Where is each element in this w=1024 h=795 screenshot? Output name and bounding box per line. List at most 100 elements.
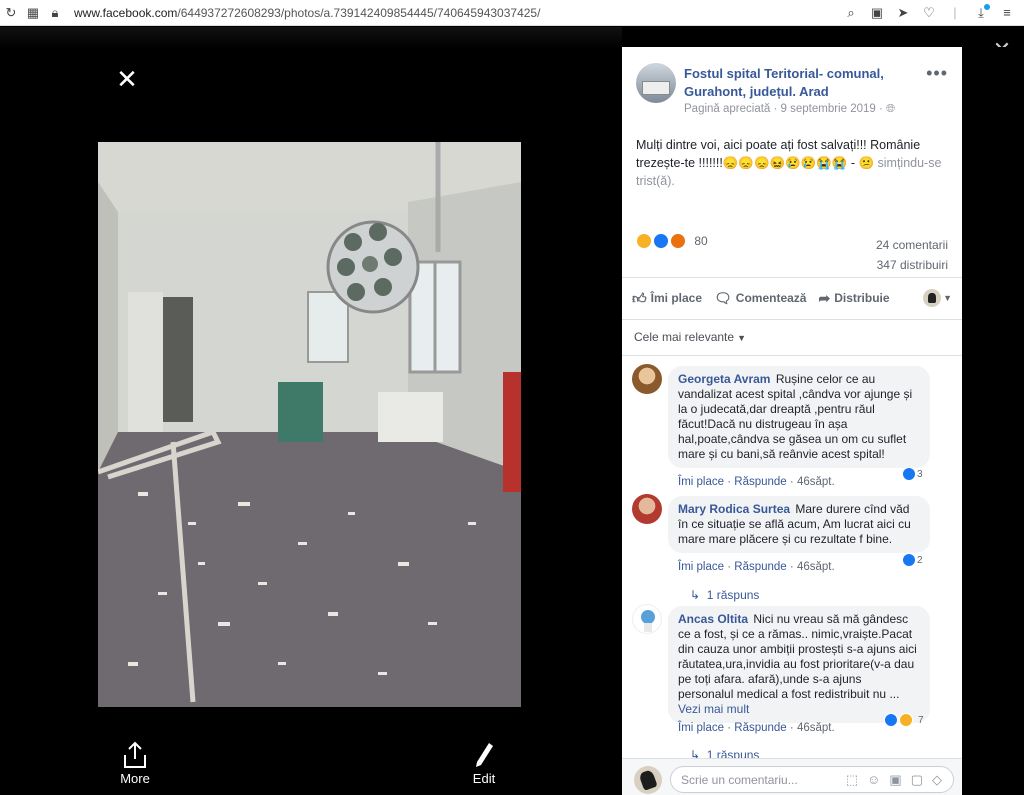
reload-icon[interactable]: ↻	[0, 2, 22, 24]
emoji-icon[interactable]: ☺	[867, 772, 880, 788]
photo-viewer: ✕ More Edit	[0, 27, 622, 795]
sad-reaction-icon	[636, 233, 652, 249]
edit-button[interactable]: Edit	[454, 739, 514, 786]
post-meta: Pagină apreciată · 9 septembrie 2019 · 🌐…	[684, 103, 895, 116]
share-icon: ➦	[818, 289, 831, 306]
comment-like-link[interactable]: Îmi place	[678, 722, 724, 734]
comment-reply-link[interactable]: Răspunde	[734, 561, 786, 573]
avatar	[634, 766, 662, 794]
comment-author[interactable]: Ancas Oltita	[678, 612, 748, 626]
comment-age: 46săpt.	[796, 476, 835, 488]
replies-count: 1 răspuns	[706, 588, 760, 602]
avatar	[923, 289, 942, 307]
menu-icon[interactable]: ≡	[996, 2, 1018, 24]
more-button[interactable]: More	[105, 739, 165, 786]
tabs-grid-icon[interactable]: ▦	[22, 2, 44, 24]
comment-author[interactable]: Georgeta Avram	[678, 372, 770, 386]
avatar[interactable]	[632, 604, 662, 634]
viewer-top-strip	[0, 27, 622, 49]
like-reaction-icon	[653, 233, 669, 249]
comment-actions: Îmi place · Răspunde · 46săpt.	[678, 722, 835, 734]
comment-reply-link[interactable]: Răspunde	[734, 476, 786, 488]
comment-bubble: Ancas Oltita Nici nu vreau să mă gândesc…	[668, 606, 930, 723]
avatar[interactable]	[632, 364, 662, 394]
share-button[interactable]: ➦ Distribuie	[818, 290, 889, 307]
chevron-down-icon: ▼	[943, 293, 952, 303]
view-replies-link[interactable]: ↳ 1 răspuns	[690, 588, 759, 602]
comment-reaction-count: 7	[918, 714, 924, 726]
page-avatar[interactable]	[636, 63, 676, 103]
like-reaction-icon	[902, 467, 916, 481]
hospital-room-photo	[98, 142, 521, 707]
comment-age: 46săpt.	[796, 722, 835, 734]
reply-arrow-icon: ↳	[690, 588, 701, 602]
comment-reaction-count: 2	[917, 554, 923, 566]
comment-reactions[interactable]: 3	[902, 466, 923, 482]
camera-icon[interactable]: ▣	[866, 2, 888, 24]
post-header: Fostul spital Teritorial- comunal, Gurah…	[622, 47, 962, 119]
like-reaction-icon	[902, 553, 916, 567]
composer-tools: ⬚ ☺ ▣ ▢ ◇	[846, 772, 942, 788]
comment-author[interactable]: Mary Rodica Surtea	[678, 502, 790, 516]
comment-age: 46săpt.	[796, 561, 835, 573]
search-icon[interactable]: ⌕	[840, 2, 862, 24]
post-stats: 24 comentarii 347 distribuiri	[876, 235, 948, 275]
thumbs-up-icon: 👍︎	[632, 289, 647, 306]
angry-reaction-icon	[670, 233, 686, 249]
send-icon[interactable]: ➤	[892, 2, 914, 24]
divider	[622, 319, 962, 320]
lock-icon: 🔒︎	[51, 4, 59, 20]
comments-count[interactable]: 24 comentarii	[876, 235, 948, 255]
sticker-icon[interactable]: ⬚	[846, 772, 858, 788]
more-label: More	[120, 771, 150, 786]
post-body: Mulți dintre voi, aici poate ați fost sa…	[636, 136, 946, 190]
like-reaction-icon	[884, 713, 898, 727]
post-as-selector[interactable]: ▼	[923, 289, 952, 307]
share-label: Distribuie	[834, 291, 890, 305]
comment-reply-link[interactable]: Răspunde	[734, 722, 786, 734]
page-background-strip	[962, 47, 1024, 795]
post-meta-text: Pagină apreciată · 9 septembrie 2019 ·	[684, 103, 887, 115]
like-button[interactable]: 👍︎ Îmi place	[632, 290, 702, 307]
share-upload-icon	[105, 739, 165, 771]
gif-icon[interactable]: ▢	[911, 772, 923, 788]
avatar[interactable]	[632, 494, 662, 524]
close-icon[interactable]: ✕	[112, 64, 142, 94]
address-bar[interactable]: www.facebook.com/644937272608293/photos/…	[74, 6, 540, 20]
camera-icon[interactable]: ▣	[889, 772, 901, 788]
comment-reaction-count: 3	[917, 468, 923, 480]
separator: |	[953, 5, 957, 20]
comments-list: Georgeta Avram Rușine celor ce au vandal…	[622, 356, 962, 762]
browser-actions: ⌕ ▣ ➤ ♡ | ⤓ ≡	[840, 2, 1024, 24]
url-path: /644937272608293/photos/a.73914240985444…	[177, 5, 541, 20]
heart-icon[interactable]: ♡	[918, 2, 940, 24]
comment-reactions[interactable]: 7	[884, 712, 924, 728]
post-actions: 👍︎ Îmi place 🗨︎ Comentează ➦ Distribuie ▼	[632, 285, 952, 311]
comment-actions: Îmi place · Răspunde · 46săpt.	[678, 476, 835, 488]
sticker-pack-icon[interactable]: ◇	[932, 772, 942, 788]
comment-like-link[interactable]: Îmi place	[678, 561, 724, 573]
sort-label: Cele mai relevante	[634, 330, 735, 344]
options-icon[interactable]: •••	[926, 63, 948, 84]
url-host: www.facebook.com	[74, 5, 178, 20]
comment-bubble: Mary Rodica Surtea Mare durere cînd văd …	[668, 496, 930, 553]
pencil-icon	[454, 739, 514, 771]
comment-like-link[interactable]: Îmi place	[678, 476, 724, 488]
comment-reactions[interactable]: 2	[902, 552, 923, 568]
comment-actions: Îmi place · Răspunde · 46săpt.	[678, 561, 835, 573]
edit-label: Edit	[472, 771, 496, 786]
reaction-count: 80	[694, 234, 708, 248]
globe-icon: 🌐︎	[886, 103, 896, 115]
download-icon[interactable]: ⤓	[970, 2, 992, 24]
comment-icon: 🗨︎	[714, 289, 732, 306]
page-name[interactable]: Fostul spital Teritorial- comunal, Gurah…	[684, 65, 914, 101]
comment-label: Comentează	[735, 291, 807, 305]
sad-reaction-icon	[899, 713, 913, 727]
browser-toolbar: ↻ ▦ 🔒︎ www.facebook.com/644937272608293/…	[0, 0, 1024, 26]
sort-comments-dropdown[interactable]: Cele mai relevante ▼	[634, 330, 746, 344]
shares-count[interactable]: 347 distribuiri	[876, 255, 948, 275]
reaction-icons	[636, 233, 687, 249]
like-label: Îmi place	[650, 291, 702, 305]
comment-composer: Scrie un comentariu... ⬚ ☺ ▣ ▢ ◇	[622, 758, 962, 795]
comment-button[interactable]: 🗨︎ Comentează	[714, 290, 806, 307]
